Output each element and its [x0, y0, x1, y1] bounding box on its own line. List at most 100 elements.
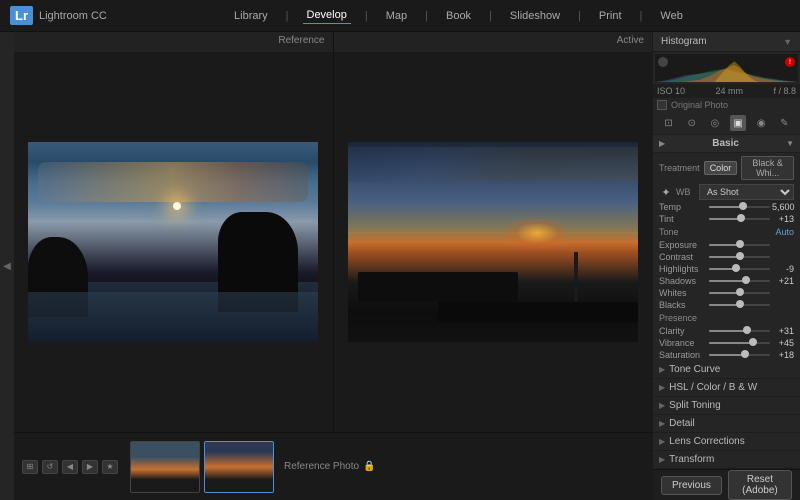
active-photo [348, 142, 638, 342]
top-navigation: Lr Lightroom CC Library | Develop | Map … [0, 0, 800, 32]
whites-row: Whites [653, 287, 800, 299]
blacks-row: Blacks [653, 299, 800, 311]
tint-track[interactable] [709, 218, 770, 220]
basic-title: Basic [712, 138, 739, 149]
hsl-section[interactable]: ▶ HSL / Color / B & W [653, 379, 800, 397]
filmstrip-btn-prev[interactable]: ◀ [62, 460, 78, 474]
basic-chevron-icon: ▼ [786, 139, 794, 148]
histogram-warning-right[interactable]: ! [785, 57, 795, 67]
vibrance-value: +45 [772, 338, 794, 348]
radial-tool[interactable]: ◉ [753, 115, 769, 131]
previous-button[interactable]: Previous [661, 476, 722, 495]
tool-row: ⊡ ⊙ ◎ ▣ ◉ ✎ [653, 112, 800, 135]
clarity-row: Clarity +31 [653, 325, 800, 337]
filmstrip-btn-loop[interactable]: ↺ [42, 460, 58, 474]
filmstrip-label: Reference Photo 🔒 [284, 461, 376, 472]
active-label: Active [334, 32, 653, 52]
detail-label: Detail [669, 418, 695, 429]
clarity-value: +31 [772, 326, 794, 336]
center-area: Reference Active [14, 32, 652, 500]
filmstrip-label-text: Reference Photo [284, 461, 359, 472]
contrast-track[interactable] [709, 256, 770, 258]
hsl-arrow-icon: ▶ [659, 383, 665, 392]
main-area: ◀ Reference Active [0, 32, 800, 500]
transform-section[interactable]: ▶ Transform [653, 451, 800, 469]
filmstrip-thumb-1[interactable] [130, 441, 200, 493]
filmstrip-btn-grid[interactable]: ⊞ [22, 460, 38, 474]
tone-curve-arrow-icon: ▶ [659, 365, 665, 374]
reference-label: Reference [14, 32, 333, 52]
whites-track[interactable] [709, 292, 770, 294]
blacks-track[interactable] [709, 304, 770, 306]
eyedropper-icon[interactable]: ✦ [659, 185, 673, 199]
lens-corrections-section[interactable]: ▶ Lens Corrections [653, 433, 800, 451]
histogram-warning-left[interactable] [658, 57, 668, 67]
shadows-label: Shadows [659, 276, 707, 286]
whites-label: Whites [659, 288, 707, 298]
wb-row: ✦ WB As Shot [653, 183, 800, 201]
spot-tool[interactable]: ⊙ [684, 115, 700, 131]
reference-photo [28, 142, 318, 342]
tone-auto[interactable]: Auto [775, 227, 794, 237]
vibrance-label: Vibrance [659, 338, 707, 348]
histogram-focal: 24 mm [715, 86, 743, 96]
vibrance-track[interactable] [709, 342, 770, 344]
shadows-value: +21 [772, 276, 794, 286]
tone-curve-label: Tone Curve [669, 364, 720, 375]
filmstrip-btn-next[interactable]: ▶ [82, 460, 98, 474]
detail-section[interactable]: ▶ Detail [653, 415, 800, 433]
logo-area: Lr Lightroom CC [10, 6, 107, 25]
tone-curve-section[interactable]: ▶ Tone Curve [653, 361, 800, 379]
hsl-label: HSL / Color / B & W [669, 382, 757, 393]
exposure-row: Exposure [653, 239, 800, 251]
presence-label: Presence [653, 311, 800, 325]
clarity-track[interactable] [709, 330, 770, 332]
nav-print[interactable]: Print [595, 8, 626, 24]
photo-meta: Original Photo [653, 98, 800, 112]
nav-web[interactable]: Web [656, 8, 686, 24]
temp-track[interactable] [709, 206, 770, 208]
nav-slideshow[interactable]: Slideshow [506, 8, 564, 24]
exposure-track[interactable] [709, 244, 770, 246]
filmstrip-controls: ⊞ ↺ ◀ ▶ ★ [22, 460, 118, 474]
vibrance-row: Vibrance +45 [653, 337, 800, 349]
graduated-tool[interactable]: ▣ [730, 115, 746, 131]
saturation-track[interactable] [709, 354, 770, 356]
original-photo-checkbox[interactable] [657, 100, 667, 110]
treatment-label: Treatment [659, 163, 700, 173]
crop-tool[interactable]: ⊡ [661, 115, 677, 131]
reference-panel: Reference [14, 32, 334, 432]
histogram-area: ! [655, 54, 798, 82]
basic-arrow-icon: ▶ [659, 139, 665, 148]
nav-map[interactable]: Map [382, 8, 411, 24]
blacks-label: Blacks [659, 300, 707, 310]
nav-library[interactable]: Library [230, 8, 272, 24]
filmstrip-thumb-2[interactable] [204, 441, 274, 493]
transform-label: Transform [669, 454, 714, 465]
redeye-tool[interactable]: ◎ [707, 115, 723, 131]
filmstrip: ⊞ ↺ ◀ ▶ ★ Reference Photo 🔒 [14, 432, 652, 500]
clarity-label: Clarity [659, 326, 707, 336]
detail-arrow-icon: ▶ [659, 419, 665, 428]
histogram-svg [655, 54, 798, 82]
nav-develop[interactable]: Develop [303, 7, 351, 24]
bottom-buttons: Previous Reset (Adobe) [653, 469, 800, 500]
saturation-label: Saturation [659, 350, 707, 360]
original-photo-label: Original Photo [671, 100, 728, 110]
left-panel-toggle[interactable]: ◀ [0, 32, 14, 500]
highlights-track[interactable] [709, 268, 770, 270]
nav-book[interactable]: Book [442, 8, 475, 24]
wb-select[interactable]: As Shot [699, 184, 794, 200]
presence-text: Presence [659, 313, 697, 323]
brush-tool[interactable]: ✎ [776, 115, 792, 131]
split-toning-section[interactable]: ▶ Split Toning [653, 397, 800, 415]
active-canvas [334, 52, 653, 432]
bw-button[interactable]: Black & Whi... [741, 156, 794, 180]
lens-label: Lens Corrections [669, 436, 745, 447]
color-button[interactable]: Color [704, 161, 738, 175]
shadows-track[interactable] [709, 280, 770, 282]
reset-button[interactable]: Reset (Adobe) [728, 470, 792, 500]
basic-section-header[interactable]: ▶ Basic ▼ [653, 135, 800, 153]
filmstrip-btn-rate[interactable]: ★ [102, 460, 118, 474]
contrast-row: Contrast [653, 251, 800, 263]
